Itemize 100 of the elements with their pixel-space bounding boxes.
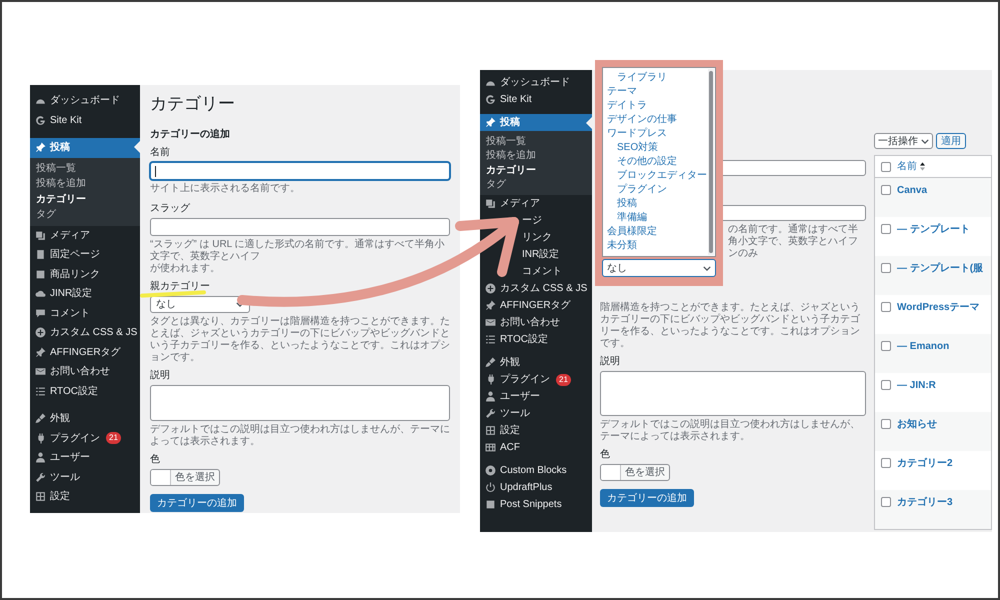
text-area[interactable] — [150, 385, 450, 421]
checkbox[interactable] — [881, 458, 891, 468]
help-text: の名前です。通常はすべて半角小文字で、英数字とハイフンのみ — [728, 224, 859, 260]
menu-item[interactable]: ツール — [480, 405, 592, 422]
color-picker-button[interactable]: 色を選択 — [600, 464, 670, 481]
category-link[interactable]: — JIN:R — [897, 380, 936, 392]
menu-item[interactable]: ユーザー — [30, 448, 140, 468]
grid-icon — [485, 425, 496, 436]
color-picker-button[interactable]: 色を選択 — [150, 469, 220, 486]
dropdown-option[interactable]: ライブラリ — [603, 71, 707, 85]
column-header[interactable]: 名前 — [897, 159, 925, 174]
menu-item[interactable]: コメント — [522, 264, 562, 279]
checkbox[interactable] — [881, 497, 891, 507]
menu-item[interactable]: 投稿 — [480, 114, 592, 131]
text-area[interactable] — [600, 371, 866, 416]
menu-item[interactable]: ダッシュボード — [480, 74, 592, 91]
bulk-action-dropdown[interactable]: 一括操作 — [874, 133, 933, 149]
category-link[interactable]: カテゴリー2 — [897, 458, 953, 470]
submenu-item[interactable]: 投稿を追加 — [30, 176, 140, 192]
menu-item[interactable]: 設定 — [480, 422, 592, 439]
category-link[interactable]: お知らせ — [897, 419, 937, 431]
menu-item[interactable]: Site Kit — [30, 110, 140, 130]
dropdown-option[interactable]: 投稿 — [603, 197, 707, 211]
field-label: 色 — [600, 449, 611, 461]
category-link[interactable]: — Emanon — [897, 341, 950, 353]
category-link[interactable]: — テンプレート(服 — [897, 263, 984, 275]
category-link[interactable]: WordPressテーマ — [897, 302, 980, 314]
menu-item[interactable]: 設定 — [30, 487, 140, 506]
menu-item[interactable]: 外観 — [480, 354, 592, 371]
submenu-item[interactable]: タグ — [30, 207, 140, 222]
menu-item[interactable]: JINR設定 — [30, 284, 140, 304]
dropdown-option[interactable]: デイトラ — [603, 99, 707, 113]
pin-icon — [485, 117, 496, 128]
menu-item[interactable]: AFFINGERタグ — [480, 297, 592, 314]
checkbox[interactable] — [881, 341, 891, 351]
submenu-item[interactable]: 投稿一覧 — [30, 160, 140, 176]
menu-item[interactable]: RTOC設定 — [30, 382, 140, 401]
scrollbar[interactable] — [708, 69, 714, 255]
menu-item[interactable]: INR設定 — [522, 247, 560, 262]
checkbox[interactable] — [881, 380, 891, 390]
dropdown-option[interactable]: プラグイン — [603, 183, 707, 197]
dropdown-option[interactable]: デザインの仕事 — [603, 113, 707, 127]
dropdown[interactable]: なし — [150, 296, 250, 313]
dropdown-option[interactable]: テーマ — [603, 85, 707, 99]
menu-item[interactable]: プラグイン 21 — [30, 428, 140, 448]
menu-item[interactable]: プラグイン 21 — [480, 371, 592, 388]
submenu-item[interactable]: 投稿一覧 — [480, 134, 592, 148]
checkbox[interactable] — [881, 224, 891, 234]
menu-item[interactable]: 外観 — [30, 409, 140, 428]
menu-item[interactable]: お問い合わせ — [30, 362, 140, 382]
menu-item[interactable]: リンク — [522, 230, 552, 245]
text-field[interactable] — [150, 162, 450, 180]
menu-item[interactable]: 投稿 — [30, 138, 140, 158]
submit-button[interactable]: カテゴリーの追加 — [600, 489, 694, 507]
menu-item[interactable]: コメント — [30, 304, 140, 323]
checkbox[interactable] — [881, 419, 891, 429]
menu-item[interactable]: メディア — [30, 226, 140, 245]
text-field[interactable] — [150, 218, 450, 236]
dropdown-option[interactable]: 会員様限定 — [603, 225, 707, 239]
submenu-item[interactable]: 投稿を追加 — [480, 148, 592, 163]
dropdown-option[interactable]: ブロックエディター — [603, 169, 707, 183]
menu-item[interactable]: 商品リンク — [30, 264, 140, 284]
checkbox[interactable] — [881, 162, 891, 172]
menu-item[interactable]: ダッシュボード — [30, 91, 140, 110]
category-link[interactable]: カテゴリー3 — [897, 497, 953, 509]
submenu-item[interactable]: カテゴリー — [30, 192, 140, 207]
dropdown-option[interactable]: SEO対策 — [603, 141, 707, 155]
checkbox[interactable] — [881, 263, 891, 273]
submenu-item[interactable]: タグ — [480, 178, 592, 192]
checkbox[interactable] — [881, 302, 891, 312]
menu-item[interactable]: ツール — [30, 468, 140, 487]
menu-item[interactable]: ージ — [522, 213, 542, 228]
menu-item[interactable]: お問い合わせ — [480, 314, 592, 331]
menu-item[interactable]: UpdraftPlus — [480, 479, 592, 496]
dropdown-option[interactable]: ワードプレス — [603, 127, 707, 141]
menu-item[interactable]: ACF — [480, 439, 592, 456]
scrollbar-thumb[interactable] — [709, 71, 713, 253]
menu-item[interactable]: Custom Blocks — [480, 462, 592, 479]
category-link[interactable]: Canva — [897, 185, 928, 197]
dropdown-option[interactable]: その他の設定 — [603, 155, 707, 169]
menu-item[interactable]: カスタム CSS & JS — [480, 280, 592, 297]
menu-item[interactable]: 固定ページ — [30, 245, 140, 264]
menu-item[interactable]: Site Kit — [480, 91, 592, 108]
dropdown-option[interactable]: 準備編 — [603, 211, 707, 225]
menu-item[interactable]: AFFINGERタグ — [30, 342, 140, 362]
page-icon — [35, 249, 46, 260]
menu-item[interactable]: カスタム CSS & JS — [30, 323, 140, 342]
menu-item[interactable]: メディア — [480, 195, 592, 212]
submenu-item[interactable]: カテゴリー — [480, 163, 592, 178]
menu-item[interactable]: RTOC設定 — [480, 331, 592, 348]
submit-button[interactable]: カテゴリーの追加 — [150, 494, 244, 512]
menu-item[interactable]: ユーザー — [480, 388, 592, 405]
menu-item[interactable]: Post Snippets — [480, 496, 592, 513]
checkbox[interactable] — [881, 185, 891, 195]
field-label: 説明 — [150, 370, 171, 382]
category-link[interactable]: — テンプレート — [897, 224, 970, 236]
dropdown-option[interactable]: 未分類 — [603, 239, 707, 253]
dropdown[interactable]: なし — [602, 259, 716, 277]
field-label: スラッグ — [150, 203, 191, 215]
apply-button[interactable]: 適用 — [936, 133, 966, 149]
